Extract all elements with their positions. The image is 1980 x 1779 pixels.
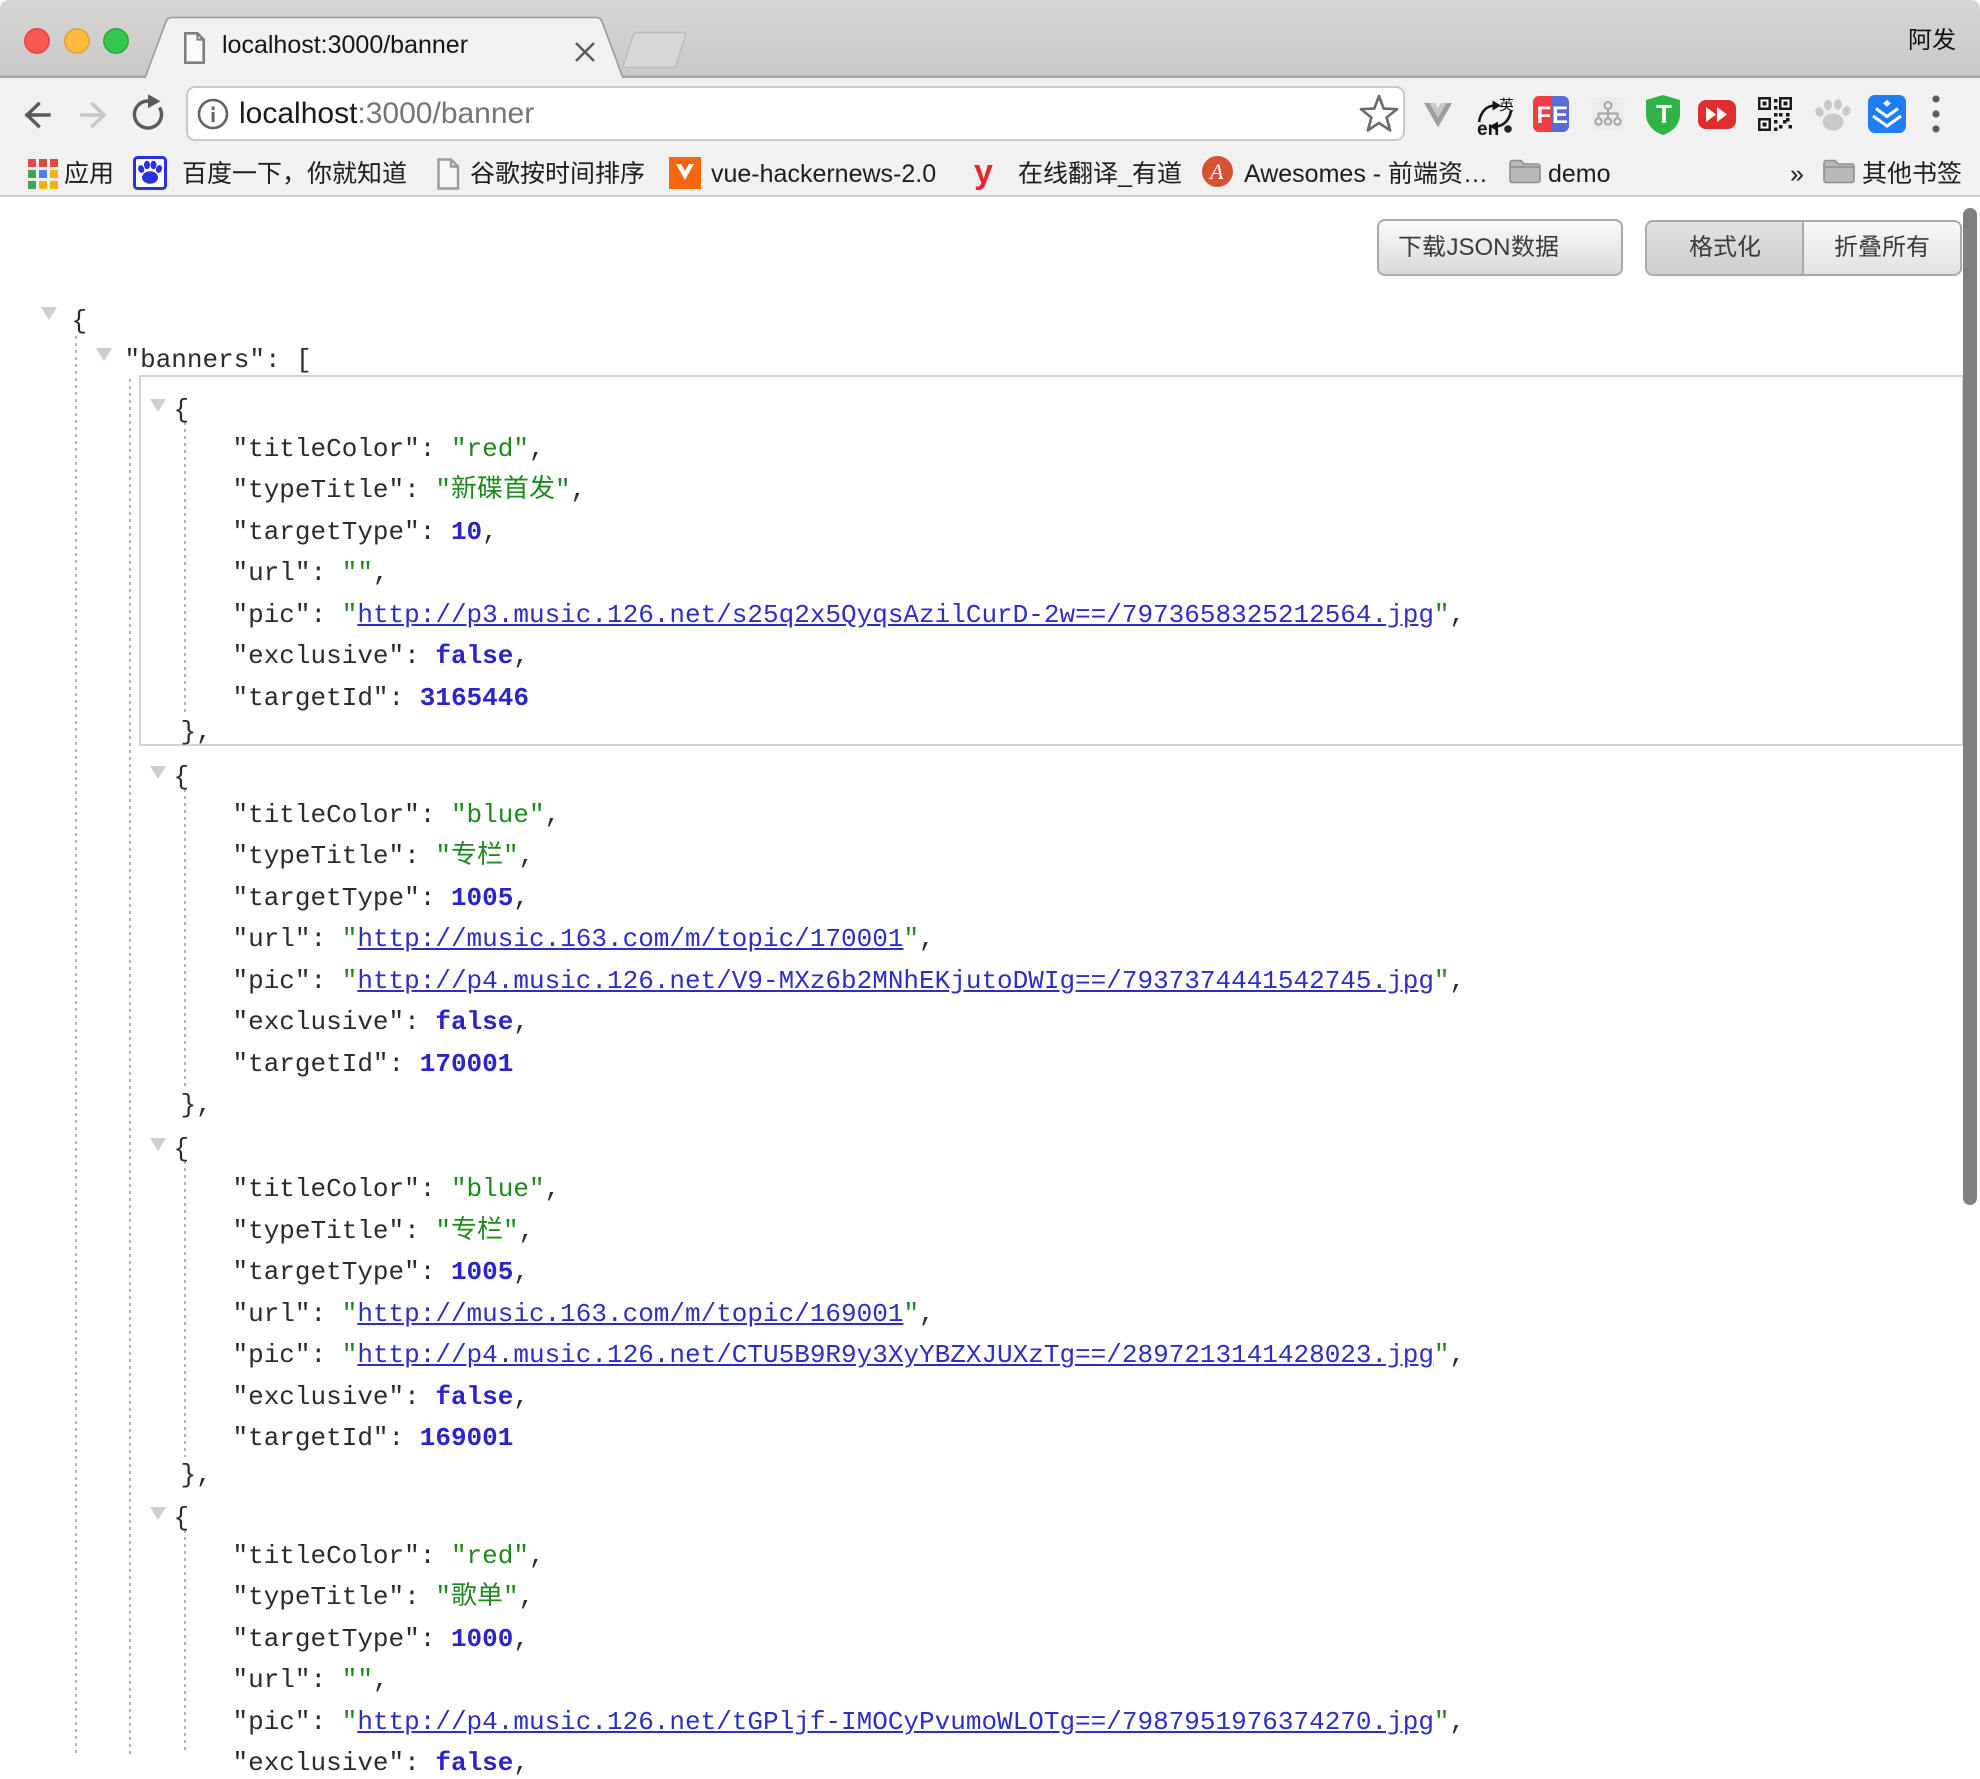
svg-text:F: F: [1537, 102, 1552, 129]
svg-text:en: en: [1477, 119, 1499, 140]
svg-text:y: y: [974, 153, 993, 191]
svg-text:A: A: [1208, 159, 1224, 184]
svg-text:E: E: [1552, 102, 1568, 129]
svg-text:T: T: [1656, 99, 1672, 129]
